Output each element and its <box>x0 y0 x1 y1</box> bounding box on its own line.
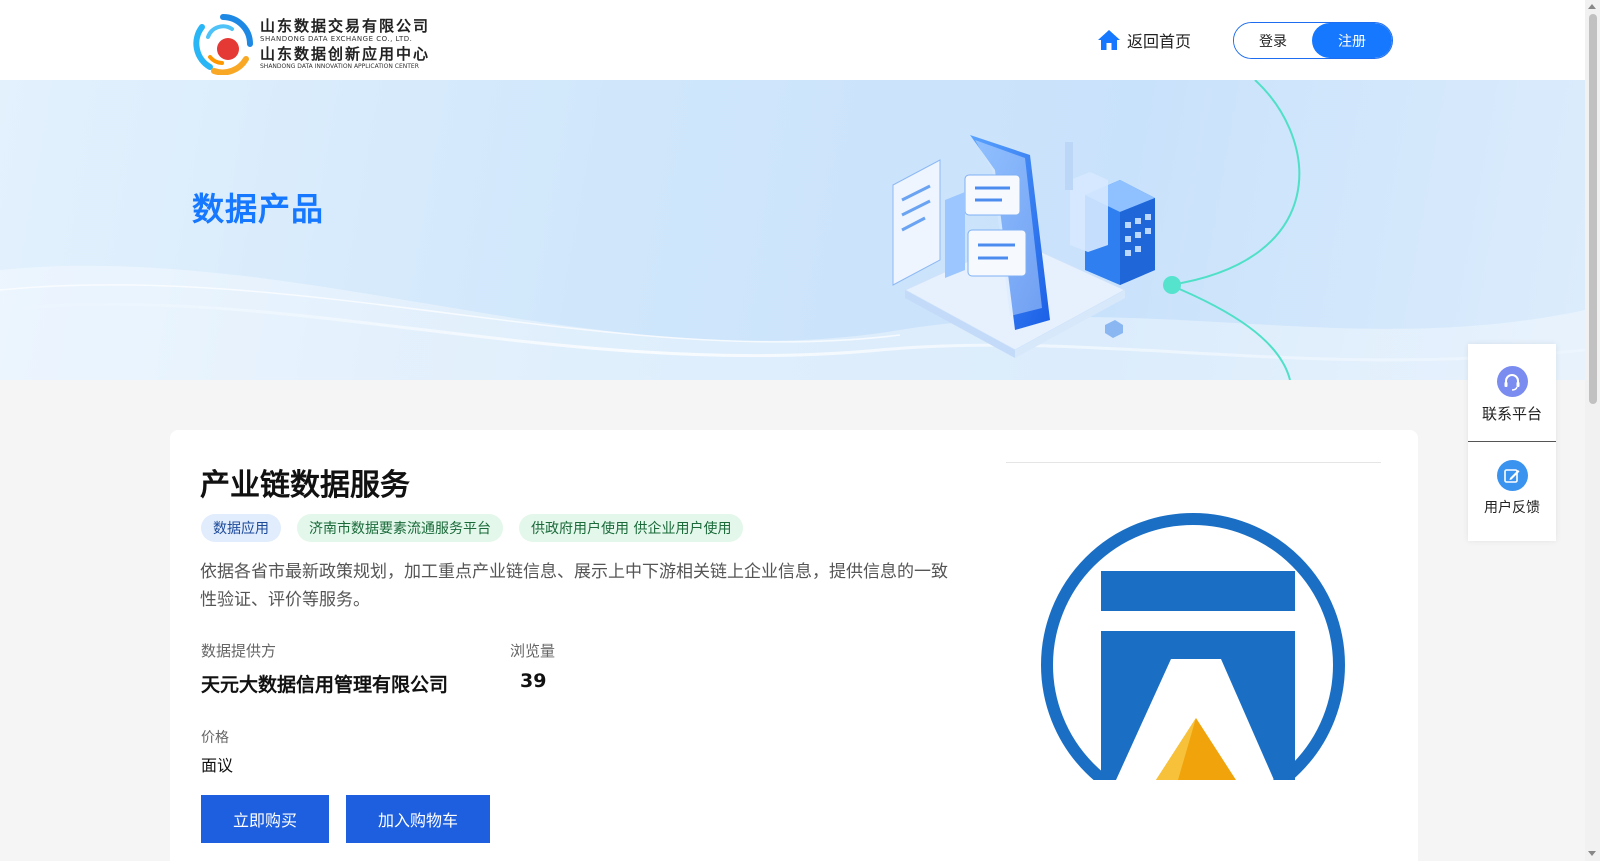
provider-value: 天元大数据信用管理有限公司 <box>201 674 449 696</box>
buy-now-button[interactable]: 立即购买 <box>201 795 329 843</box>
site-logo[interactable]: 山东数据交易有限公司 SHANDONG DATA EXCHANGE CO., L… <box>192 12 452 76</box>
page-scrollbar[interactable] <box>1585 0 1600 861</box>
login-button[interactable]: 登录 <box>1234 23 1312 58</box>
provider-label: 数据提供方 <box>201 642 277 660</box>
tag-platform: 济南市数据要素流通服务平台 <box>297 514 503 542</box>
contact-platform-label: 联系平台 <box>1481 405 1542 423</box>
product-tags: 数据应用 济南市数据要素流通服务平台 供政府用户使用 供企业用户使用 <box>201 514 744 542</box>
provider-logo-image <box>1006 463 1381 780</box>
tag-category: 数据应用 <box>201 514 281 542</box>
price-value: 面议 <box>201 756 234 775</box>
float-divider <box>1468 441 1556 442</box>
product-title: 产业链数据服务 <box>200 468 410 503</box>
top-header: 山东数据交易有限公司 SHANDONG DATA EXCHANGE CO., L… <box>0 0 1585 80</box>
add-to-cart-button[interactable]: 加入购物车 <box>346 795 490 843</box>
user-feedback-label: 用户反馈 <box>1484 500 1540 516</box>
contact-platform-button[interactable]: 联系平台 <box>1468 366 1556 424</box>
floating-service-panel: 联系平台 用户反馈 <box>1468 344 1556 541</box>
logo-emblem-icon <box>192 13 254 76</box>
edit-icon <box>1496 460 1528 491</box>
price-label: 价格 <box>201 730 229 746</box>
user-feedback-button[interactable]: 用户反馈 <box>1468 460 1556 517</box>
logo-company-name-en: SHANDONG DATA EXCHANGE CO., LTD. <box>260 34 413 43</box>
logo-company-name: 山东数据交易有限公司 <box>260 16 431 35</box>
auth-buttons: 登录 注册 <box>1233 22 1393 59</box>
page-banner: 数据产品 <box>0 80 1585 380</box>
headset-icon <box>1496 366 1528 397</box>
logo-center-name-en: SHANDONG DATA INNOVATION APPLICATION CEN… <box>260 62 419 70</box>
logo-center-name: 山东数据创新应用中心 <box>260 44 431 63</box>
banner-title: 数据产品 <box>192 190 325 228</box>
tianyuan-logo-icon <box>1041 513 1345 780</box>
views-value: 39 <box>520 670 547 692</box>
views-label: 浏览量 <box>510 642 556 660</box>
register-button[interactable]: 注册 <box>1312 23 1392 58</box>
home-icon <box>1098 30 1120 50</box>
scroll-up-arrow-icon[interactable] <box>1588 4 1596 9</box>
banner-illustration <box>0 80 1585 380</box>
scroll-down-arrow-icon[interactable] <box>1588 851 1596 856</box>
scroll-thumb[interactable] <box>1589 14 1597 404</box>
product-description: 依据各省市最新政策规划，加工重点产业链信息、展示上中下游相关链上企业信息，提供信… <box>200 562 948 610</box>
back-home-link[interactable]: 返回首页 <box>1097 26 1191 54</box>
back-home-label: 返回首页 <box>1127 32 1192 51</box>
tag-audience: 供政府用户使用 供企业用户使用 <box>519 514 744 542</box>
product-card: 产业链数据服务 数据应用 济南市数据要素流通服务平台 供政府用户使用 供企业用户… <box>170 430 1418 861</box>
